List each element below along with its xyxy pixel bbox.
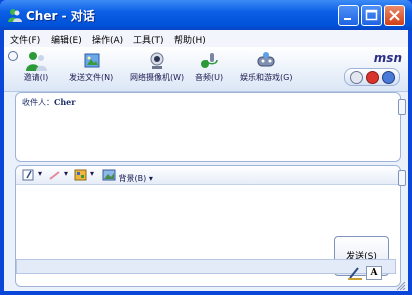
send-file-label: 发送文件(N): [69, 73, 114, 82]
title-bar[interactable]: Cher - 对话: [0, 0, 412, 30]
menu-bar: 文件(F) 编辑(E) 操作(A) 工具(T) 帮助(H): [4, 30, 408, 47]
games-icon: [257, 52, 275, 67]
toolbar: 邀请(I) 发送文件(N) 网络摄像机(W) 音频(U) 娱乐和游戏(G) ms…: [4, 47, 408, 92]
msn-logo: msn: [373, 51, 402, 65]
invite-icon: [26, 52, 47, 71]
pen-icon: [22, 169, 34, 181]
menu-file[interactable]: 文件(F): [10, 33, 40, 46]
recipient-name: Cher: [54, 97, 76, 107]
block-icon[interactable]: [366, 71, 379, 84]
font-dropdown-icon[interactable]: ▾: [38, 169, 42, 178]
games-label: 娱乐和游戏(G): [240, 73, 293, 82]
expand-tab-top[interactable]: [398, 99, 406, 115]
audio-button[interactable]: 音频(U): [195, 51, 223, 83]
invite-button[interactable]: 邀请(I): [22, 51, 50, 83]
bottom-scroll-bar: [16, 259, 396, 274]
window-title: Cher - 对话: [26, 9, 95, 23]
window-client-area: 文件(F) 编辑(E) 操作(A) 工具(T) 帮助(H) 邀请(I) 发送文件…: [4, 30, 408, 291]
menu-edit[interactable]: 编辑(E): [51, 33, 82, 46]
games-button[interactable]: 娱乐和游戏(G): [240, 51, 292, 83]
resize-grip-icon[interactable]: [396, 281, 406, 291]
audio-label: 音频(U): [195, 73, 224, 82]
webcam-button[interactable]: 网络摄像机(W): [130, 51, 184, 83]
menu-tools[interactable]: 工具(T): [133, 33, 164, 46]
status-buttons: [344, 68, 400, 86]
webcam-icon: [150, 52, 164, 69]
toolbar-toggle-icon[interactable]: [8, 51, 18, 61]
font-button[interactable]: [22, 169, 36, 183]
background-icon: [102, 169, 116, 181]
emoticon-dropdown-icon[interactable]: ▾: [64, 169, 68, 178]
minimize-button[interactable]: [338, 5, 359, 26]
invite-label: 邀请(I): [23, 73, 49, 82]
wink-dropdown-icon[interactable]: ▾: [90, 169, 94, 178]
recipient-label: 收件人：: [22, 98, 54, 107]
format-bar: ▾ ▾ ▾ 背景(B) ▾: [16, 166, 400, 185]
maximize-button[interactable]: [361, 5, 382, 26]
settings-icon[interactable]: [382, 71, 395, 84]
send-file-button[interactable]: 发送文件(N): [69, 51, 113, 83]
send-file-icon: [84, 53, 100, 68]
menu-help[interactable]: 帮助(H): [174, 33, 206, 46]
background-button[interactable]: 背景(B) ▾: [102, 169, 153, 184]
background-dropdown-icon: ▾: [148, 174, 153, 183]
handwriting-icon[interactable]: [347, 265, 363, 280]
close-button[interactable]: [384, 5, 405, 26]
wink-icon[interactable]: [74, 169, 88, 183]
recipient-field: 收件人：Cher: [22, 97, 76, 108]
expand-tab-bottom[interactable]: [398, 170, 406, 186]
background-label: 背景(B): [118, 174, 147, 183]
audio-icon: [201, 53, 218, 68]
emoticon-pick-icon[interactable]: [48, 169, 62, 183]
webcam-label: 网络摄像机(W): [130, 73, 185, 82]
msn-buddy-icon: [7, 7, 23, 23]
typing-mode-button[interactable]: A: [366, 266, 382, 280]
menu-actions[interactable]: 操作(A): [92, 33, 123, 46]
recipient-panel: 收件人：Cher: [15, 92, 401, 162]
chat-window: Cher - 对话 文件(F) 编辑(E) 操作(A) 工具(T) 帮助(H): [0, 0, 412, 295]
emoticon-icon[interactable]: [350, 71, 363, 84]
